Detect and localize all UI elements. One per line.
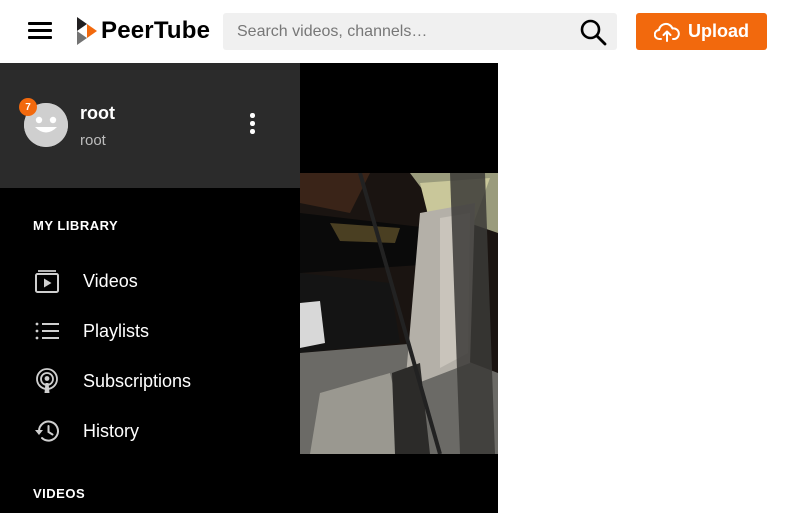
top-header: PeerTube Upload bbox=[0, 0, 797, 63]
sidebar-item-playlists[interactable]: Playlists bbox=[0, 309, 300, 353]
sidebar-item-label: Playlists bbox=[83, 320, 150, 341]
upload-label: Upload bbox=[688, 21, 749, 41]
side-menu: 7 root root MY LIBRARY Videos Playlists bbox=[0, 63, 300, 513]
subscriptions-icon bbox=[36, 368, 58, 393]
sidebar-item-label: Subscriptions bbox=[83, 370, 192, 391]
user-display-name[interactable]: root bbox=[80, 103, 115, 124]
upload-button[interactable]: Upload bbox=[636, 13, 767, 50]
video-player[interactable] bbox=[300, 63, 498, 513]
sidebar-item-subscriptions[interactable]: Subscriptions bbox=[0, 359, 300, 403]
section-title-videos: VIDEOS bbox=[33, 486, 86, 501]
sidebar-item-history[interactable]: History bbox=[0, 409, 300, 453]
section-title-my-library: MY LIBRARY bbox=[33, 218, 119, 233]
video-thumbnail bbox=[300, 173, 498, 454]
peertube-logo[interactable]: PeerTube bbox=[77, 16, 210, 46]
search-icon[interactable] bbox=[579, 18, 607, 46]
sidebar-item-label: Videos bbox=[83, 270, 138, 291]
more-options-icon[interactable] bbox=[244, 111, 260, 139]
history-icon bbox=[35, 420, 59, 442]
search-box bbox=[223, 13, 617, 50]
sidebar-item-label: History bbox=[83, 420, 140, 441]
logo-text: PeerTube bbox=[101, 17, 211, 44]
peertube-logo-icon bbox=[77, 17, 97, 45]
search-input[interactable] bbox=[223, 13, 573, 50]
notification-badge[interactable]: 7 bbox=[19, 98, 37, 116]
cloud-upload-icon bbox=[654, 22, 680, 42]
piano-scene-image bbox=[300, 173, 498, 454]
playlists-icon bbox=[35, 322, 59, 340]
menu-icon[interactable] bbox=[28, 22, 52, 40]
videos-icon bbox=[35, 270, 59, 293]
user-panel: 7 root root bbox=[0, 63, 300, 188]
sidebar-item-videos[interactable]: Videos bbox=[0, 259, 300, 303]
user-username: root bbox=[80, 132, 106, 149]
